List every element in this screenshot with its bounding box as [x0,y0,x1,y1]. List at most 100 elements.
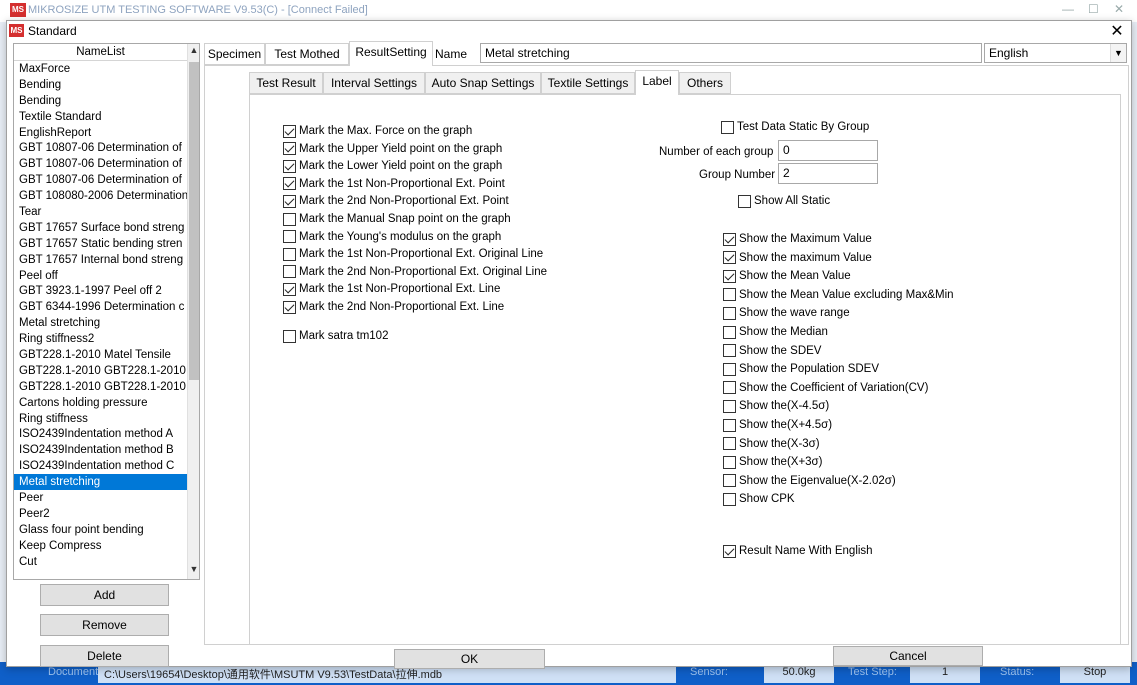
list-item[interactable]: Bending [14,93,189,109]
show-option-checkbox-2[interactable]: Show the maximum Value [723,250,872,266]
cancel-button[interactable]: Cancel [833,646,983,666]
checkbox-icon[interactable] [723,418,736,432]
list-item[interactable]: GBT 6344-1996 Determination c [14,299,189,315]
checkbox-icon[interactable] [723,399,736,413]
checkbox-icon[interactable] [283,300,296,314]
mark-option-checkbox-8[interactable]: Mark the 1st Non-Proportional Ext. Origi… [283,246,543,262]
checkbox-icon[interactable] [283,194,296,208]
list-item[interactable]: GBT228.1-2010 Matel Tensile [14,347,189,363]
list-item[interactable]: GBT228.1-2010 GBT228.1-2010 [14,379,189,395]
show-option-checkbox-11[interactable]: Show the(X+4.5σ) [723,417,832,433]
checkbox-icon[interactable] [723,269,736,283]
tab-interval-settings[interactable]: Interval Settings [323,72,425,94]
mark-option-checkbox-11[interactable]: Mark the 2nd Non-Proportional Ext. Line [283,299,504,315]
add-button[interactable]: Add [40,584,169,606]
checkbox-icon[interactable] [283,212,296,226]
group-number-field[interactable]: 2 [778,163,878,184]
show-option-checkbox-4[interactable]: Show the Mean Value excluding Max&Min [723,287,954,303]
checkbox-icon[interactable] [723,474,736,488]
show-option-checkbox-5[interactable]: Show the wave range [723,305,850,321]
checkbox-icon[interactable] [723,251,736,265]
mark-option-checkbox-10[interactable]: Mark the 1st Non-Proportional Ext. Line [283,281,500,297]
list-item[interactable]: Ring stiffness [14,411,189,427]
list-item[interactable]: ISO2439Indentation method A [14,426,189,442]
checkbox-icon[interactable] [723,544,736,558]
checkbox-icon[interactable] [723,288,736,302]
show-all-static-checkbox[interactable]: Show All Static [738,193,830,209]
tab-auto-snap-settings[interactable]: Auto Snap Settings [425,72,541,94]
minimize-icon[interactable]: — [1062,2,1074,16]
show-option-checkbox-15[interactable]: Show CPK [723,491,795,507]
checkbox-icon[interactable] [721,120,734,134]
list-item[interactable]: Keep Compress [14,538,189,554]
checkbox-icon[interactable] [723,325,736,339]
language-select[interactable]: English ▼ [984,43,1127,63]
checkbox-icon[interactable] [723,232,736,246]
static-by-group-checkbox[interactable]: Test Data Static By Group [721,119,869,135]
list-item[interactable]: ISO2439Indentation method B [14,442,189,458]
list-item[interactable]: Cut [14,554,189,570]
checkbox-icon[interactable] [723,306,736,320]
checkbox-icon[interactable] [723,344,736,358]
show-option-checkbox-6[interactable]: Show the Median [723,324,828,340]
checkbox-icon[interactable] [283,159,296,173]
list-item[interactable]: GBT 17657 Surface bond streng [14,220,189,236]
delete-button[interactable]: Delete [40,645,169,667]
show-option-checkbox-10[interactable]: Show the(X-4.5σ) [723,398,829,414]
list-item[interactable]: GBT 17657 Static bending stren [14,236,189,252]
mark-option-checkbox-3[interactable]: Mark the Lower Yield point on the graph [283,158,502,174]
show-option-checkbox-3[interactable]: Show the Mean Value [723,268,851,284]
namelist-scrollbar[interactable]: ▲ ▼ [187,44,199,579]
checkbox-icon[interactable] [283,177,296,191]
tab-test-result[interactable]: Test Result [249,72,323,94]
main-close-icon[interactable]: ✕ [1114,2,1124,16]
list-item[interactable]: Peel off [14,268,189,284]
show-option-checkbox-1[interactable]: Show the Maximum Value [723,231,872,247]
mark-option-checkbox-4[interactable]: Mark the 1st Non-Proportional Ext. Point [283,176,505,192]
checkbox-icon[interactable] [283,142,296,156]
list-item[interactable]: GBT228.1-2010 GBT228.1-2010 [14,363,189,379]
list-item[interactable]: ISO2439Indentation method C [14,458,189,474]
remove-button[interactable]: Remove [40,614,169,636]
tab-test-mothed[interactable]: Test Mothed [265,43,349,65]
list-item[interactable]: Ring stiffness2 [14,331,189,347]
tab-resultsetting[interactable]: ResultSetting [349,41,433,66]
checkbox-icon[interactable] [283,329,296,343]
mark-satra-checkbox[interactable]: Mark satra tm102 [283,328,388,344]
mark-option-checkbox-6[interactable]: Mark the Manual Snap point on the graph [283,211,511,227]
tab-textile-settings[interactable]: Textile Settings [541,72,635,94]
name-field[interactable]: Metal stretching [480,43,982,63]
list-item[interactable]: GBT 10807-06 Determination of [14,172,189,188]
list-item[interactable]: Glass four point bending [14,522,189,538]
tab-label[interactable]: Label [635,70,679,95]
tab-specimen[interactable]: Specimen [204,43,265,65]
checkbox-icon[interactable] [738,194,751,208]
mark-option-checkbox-1[interactable]: Mark the Max. Force on the graph [283,123,472,139]
checkbox-icon[interactable] [283,282,296,296]
number-each-group-field[interactable]: 0 [778,140,878,161]
mark-option-checkbox-5[interactable]: Mark the 2nd Non-Proportional Ext. Point [283,193,509,209]
show-option-checkbox-14[interactable]: Show the Eigenvalue(X-2.02σ) [723,473,896,489]
mark-option-checkbox-7[interactable]: Mark the Young's modulus on the graph [283,229,501,245]
show-option-checkbox-9[interactable]: Show the Coefficient of Variation(CV) [723,380,928,396]
close-icon[interactable]: ✕ [1109,21,1125,41]
checkbox-icon[interactable] [723,492,736,506]
show-option-checkbox-7[interactable]: Show the SDEV [723,343,821,359]
checkbox-icon[interactable] [723,455,736,469]
list-item[interactable]: GBT 108080-2006 Determination [14,188,189,204]
ok-button[interactable]: OK [394,649,545,669]
list-item[interactable]: EnglishReport [14,125,189,141]
maximize-icon[interactable]: ☐ [1088,2,1099,16]
mark-option-checkbox-9[interactable]: Mark the 2nd Non-Proportional Ext. Origi… [283,264,547,280]
list-item[interactable]: Tear [14,204,189,220]
list-item[interactable]: Cartons holding pressure [14,395,189,411]
list-item[interactable]: GBT 10807-06 Determination of [14,140,189,156]
chevron-down-icon[interactable]: ▼ [1110,44,1126,62]
scroll-up-icon[interactable]: ▲ [188,45,199,59]
namelist-panel[interactable]: NameList MaxForce Bending Bending Textile S… [13,43,200,580]
show-option-checkbox-13[interactable]: Show the(X+3σ) [723,454,823,470]
checkbox-icon[interactable] [283,124,296,138]
list-item[interactable]: MaxForce [14,61,189,77]
checkbox-icon[interactable] [723,362,736,376]
checkbox-icon[interactable] [723,437,736,451]
